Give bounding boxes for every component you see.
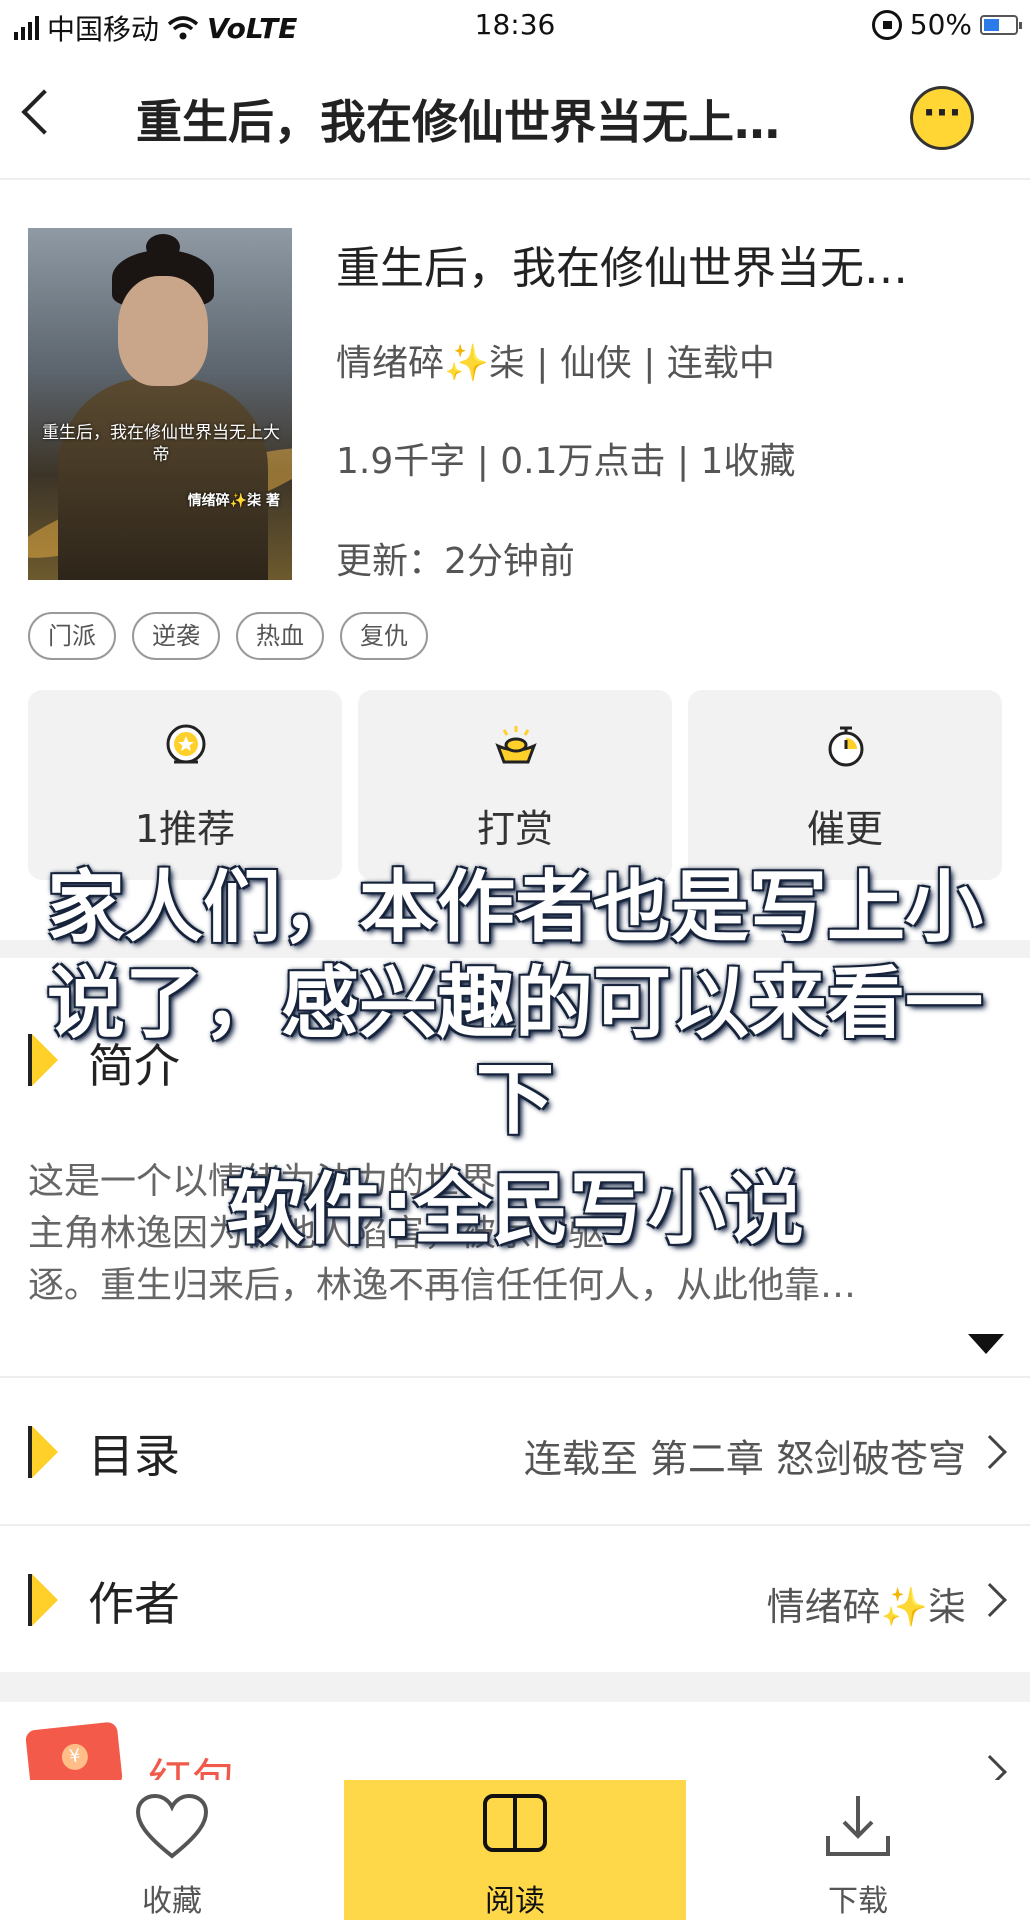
tag-list: 门派 逆袭 热血 复仇 (28, 612, 428, 660)
page-title: 重生后，我在修仙世界当无上… (136, 95, 780, 149)
intro-line: 逐。重生归来后，林逸不再信任任何人，从此他靠… (28, 1265, 857, 1306)
video-caption-overlay: 家人们，本作者也是写上小说了，感兴趣的可以来看一下 软件:全民写小说 (0, 860, 1030, 1258)
cover-title: 重生后，我在修仙世界当无上大帝 (42, 423, 280, 465)
chevron-right-icon (973, 1583, 1007, 1617)
collect-button[interactable]: 收藏 (0, 1780, 344, 1920)
download-button[interactable]: 下载 (686, 1780, 1030, 1920)
tag[interactable]: 逆袭 (132, 612, 220, 660)
collect-label: 收藏 (142, 1884, 202, 1919)
more-dots-icon[interactable]: ··· (910, 86, 974, 150)
section-marker-icon (28, 1426, 58, 1478)
author-title: 作者 (88, 1577, 180, 1631)
expand-triangle-icon[interactable] (968, 1334, 1004, 1354)
download-icon (826, 1796, 890, 1856)
tag[interactable]: 门派 (28, 612, 116, 660)
rotation-lock-icon (871, 9, 902, 40)
timer-icon (828, 726, 864, 767)
caption-app-name: 软件:全民写小说 (226, 1165, 804, 1255)
character-figure (58, 378, 268, 580)
book-open-icon (483, 1794, 547, 1852)
book-updated: 更新：2分钟前 (336, 541, 575, 582)
tag[interactable]: 复仇 (340, 612, 428, 660)
nav-bar: 重生后，我在修仙世界当无上… ··· (0, 52, 1030, 180)
caption-line: 家人们，本作者也是写上小说了，感兴趣的可以来看一下 (46, 863, 983, 1145)
cover-author: 情绪碎✨柒 著 (187, 493, 280, 509)
download-label: 下载 (828, 1884, 888, 1919)
urge-update-button[interactable]: 催更 (688, 690, 1002, 880)
author-name: 情绪碎✨柒 (766, 1585, 966, 1629)
section-marker-icon (28, 1574, 58, 1626)
recommend-label: 1推荐 (134, 807, 236, 851)
catalog-title: 目录 (88, 1429, 180, 1483)
book-cover[interactable]: 重生后，我在修仙世界当无上大帝 情绪碎✨柒 著 (28, 228, 292, 580)
gold-ingot-icon (495, 726, 537, 764)
book-title: 重生后，我在修仙世界当无… (336, 243, 908, 294)
read-button[interactable]: 阅读 (344, 1780, 686, 1920)
section-divider (0, 1672, 1030, 1702)
tip-button[interactable]: 打赏 (358, 690, 672, 880)
chevron-right-icon (973, 1435, 1007, 1469)
divider-line (0, 1376, 1030, 1378)
heart-icon (135, 1793, 209, 1859)
status-bar: 中国移动 VoLTE 18:36 50% (0, 0, 1030, 52)
battery-icon (980, 14, 1022, 35)
read-label: 阅读 (485, 1884, 545, 1919)
divider-line (0, 1524, 1030, 1526)
catalog-latest-chapter: 连载至 第二章 怒剑破苍穹 (523, 1437, 966, 1481)
battery-percent: 50% (909, 8, 972, 41)
tip-label: 打赏 (476, 807, 553, 851)
recommend-icon (166, 724, 206, 764)
recommend-button[interactable]: 1推荐 (28, 690, 342, 880)
tag[interactable]: 热血 (236, 612, 324, 660)
book-author-genre: 情绪碎✨柒 | 仙侠 | 连载中 (336, 343, 775, 384)
book-stats: 1.9千字 | 0.1万点击 | 1收藏 (336, 441, 796, 482)
bottom-action-bar: 收藏 阅读 下载 (0, 1780, 1030, 1920)
back-arrow-icon[interactable] (21, 89, 67, 135)
urge-update-label: 催更 (806, 807, 883, 851)
